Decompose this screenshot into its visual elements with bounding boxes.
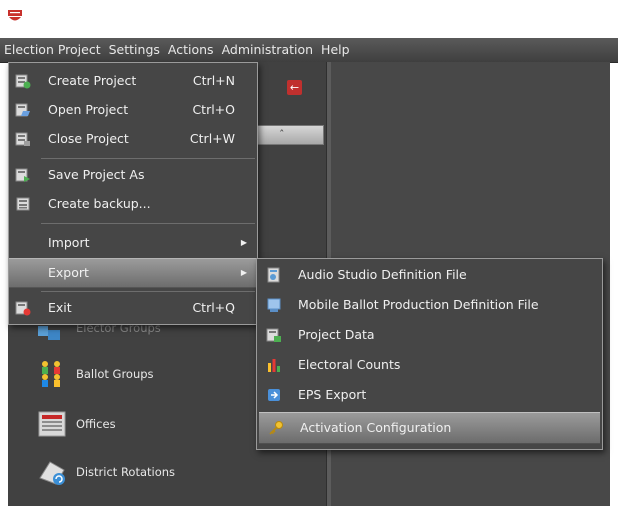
project-data-icon (266, 328, 281, 342)
offices-icon (38, 411, 66, 437)
nav-label-offices: Offices (76, 417, 116, 431)
exit-icon (15, 301, 31, 316)
eps-export-icon (268, 389, 280, 401)
menu-item-import[interactable]: Import ▶ (9, 229, 257, 257)
menu-item-activation-configuration[interactable]: Activation Configuration (259, 412, 600, 444)
election-project-menu: Create Project Ctrl+N Open Project Ctrl+… (8, 62, 258, 325)
menu-item-create-project[interactable]: Create Project Ctrl+N (9, 67, 257, 95)
submenu-arrow-icon: ▶ (240, 238, 247, 247)
open-project-icon (15, 103, 30, 117)
menu-item-create-backup[interactable]: Create backup... (9, 190, 257, 218)
menu-item-close-project[interactable]: Close Project Ctrl+W (9, 125, 257, 153)
menu-help[interactable]: Help (317, 38, 354, 62)
menu-separator (41, 291, 255, 292)
menu-settings[interactable]: Settings (105, 38, 164, 62)
save-project-icon (15, 168, 30, 182)
back-arrow-button[interactable]: ← (287, 80, 302, 95)
menu-separator (41, 158, 255, 159)
menu-bar: Election Project Settings Actions Admini… (0, 38, 618, 63)
menu-item-open-project[interactable]: Open Project Ctrl+O (9, 96, 257, 124)
key-icon (269, 421, 283, 435)
create-project-icon (15, 74, 31, 89)
title-bar (0, 0, 618, 38)
ballot-groups-icon (42, 361, 60, 387)
backup-icon (16, 197, 30, 211)
electoral-counts-icon (268, 359, 280, 372)
nav-label-ballot-groups: Ballot Groups (76, 367, 154, 381)
menu-item-electoral-counts[interactable]: Electoral Counts (257, 350, 602, 380)
nav-item-offices[interactable]: Offices (36, 408, 116, 440)
nav-label-district-rotations: District Rotations (76, 465, 176, 479)
audio-file-icon (267, 267, 280, 283)
close-project-icon (15, 132, 30, 146)
menu-actions[interactable]: Actions (164, 38, 218, 62)
district-rotations-icon (39, 461, 65, 485)
menu-election-project[interactable]: Election Project (0, 38, 105, 62)
nav-item-district-rotations[interactable]: District Rotations (36, 456, 175, 488)
menu-separator (41, 223, 255, 224)
menu-item-eps-export[interactable]: EPS Export (257, 380, 602, 410)
back-arrow-icon: ← (289, 81, 300, 94)
submenu-arrow-icon: ▶ (240, 268, 247, 277)
menu-item-exit[interactable]: Exit Ctrl+Q (9, 294, 257, 322)
mobile-ballot-icon (267, 298, 281, 312)
menu-administration[interactable]: Administration (218, 38, 317, 62)
menu-item-audio-studio[interactable]: Audio Studio Definition File (257, 260, 602, 290)
menu-item-project-data[interactable]: Project Data (257, 320, 602, 350)
chevron-up-icon: ˆ (279, 128, 285, 141)
menu-item-mobile-ballot[interactable]: Mobile Ballot Production Definition File (257, 290, 602, 320)
menu-item-save-project-as[interactable]: Save Project As (9, 161, 257, 189)
collapse-bar[interactable]: ˆ (256, 125, 324, 145)
nav-item-ballot-groups[interactable]: Ballot Groups (36, 358, 154, 390)
app-logo-icon (8, 10, 22, 21)
export-submenu: Audio Studio Definition File Mobile Ball… (256, 258, 603, 450)
menu-item-export[interactable]: Export ▶ (9, 258, 257, 288)
